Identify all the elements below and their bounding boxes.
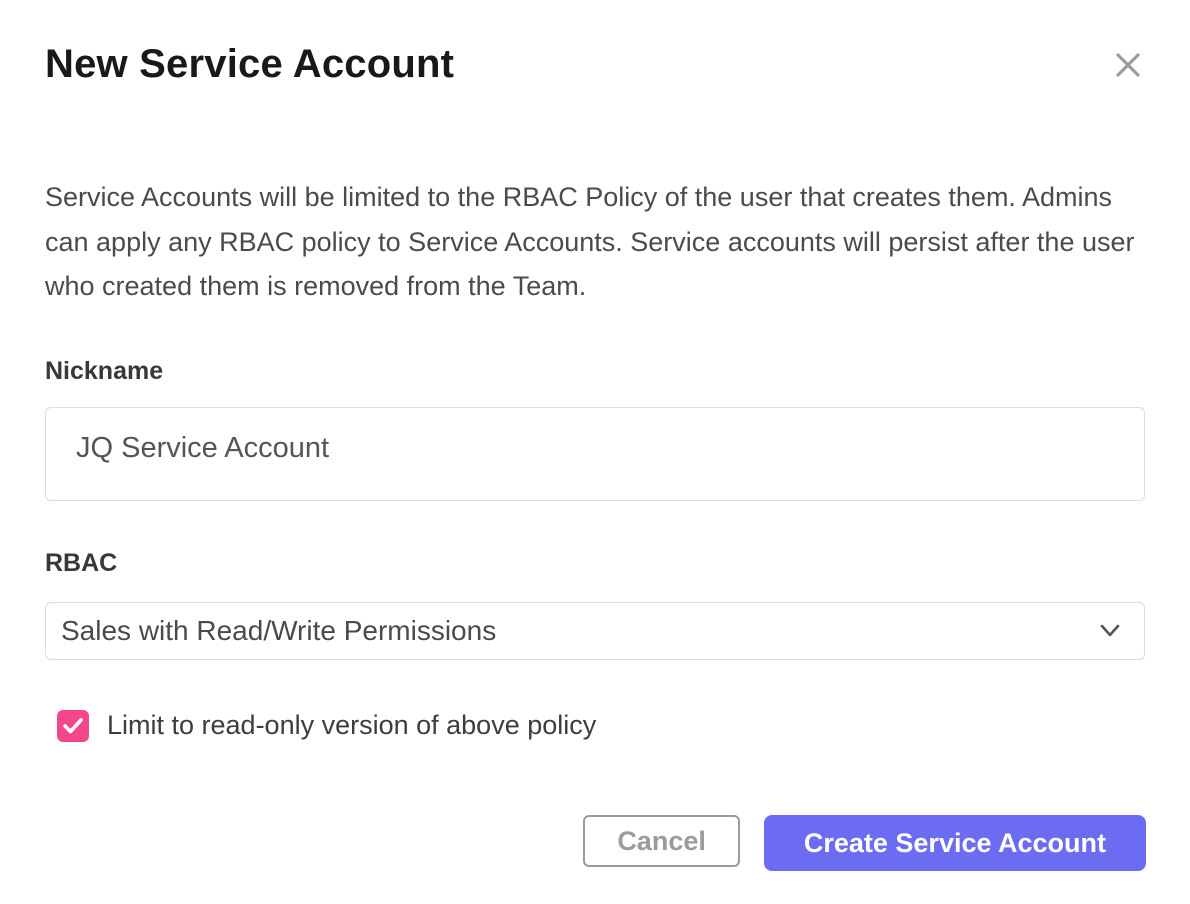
read-only-checkbox[interactable] <box>57 710 89 742</box>
rbac-label: RBAC <box>45 549 1145 578</box>
read-only-checkbox-label: Limit to read-only version of above poli… <box>107 710 596 741</box>
nickname-input[interactable] <box>45 407 1145 501</box>
modal-footer: Cancel Create Service Account <box>0 815 1146 871</box>
read-only-checkbox-row: Limit to read-only version of above poli… <box>57 710 1145 742</box>
new-service-account-modal: New Service Account Service Accounts wil… <box>0 0 1190 904</box>
modal-title: New Service Account <box>45 42 1145 87</box>
cancel-button[interactable]: Cancel <box>583 815 740 867</box>
close-icon <box>1113 50 1143 83</box>
rbac-select[interactable]: Sales with Read/Write Permissions <box>45 602 1145 660</box>
modal-description: Service Accounts will be limited to the … <box>45 175 1150 309</box>
rbac-selected-value: Sales with Read/Write Permissions <box>61 615 1098 647</box>
nickname-label: Nickname <box>45 357 1145 386</box>
close-button[interactable] <box>1110 48 1146 84</box>
create-service-account-button[interactable]: Create Service Account <box>764 815 1146 871</box>
chevron-down-icon <box>1098 623 1122 639</box>
check-icon <box>62 717 84 735</box>
